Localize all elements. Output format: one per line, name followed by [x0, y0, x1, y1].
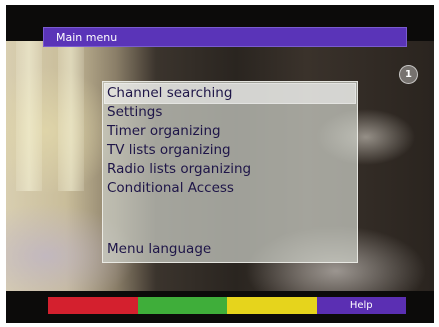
tv-screen: Main menu 1 Channel searching Settings T… [6, 5, 434, 323]
menu-item-settings[interactable]: Settings [105, 103, 355, 122]
red-key-button[interactable] [48, 297, 138, 314]
menu-item-timer-organizing[interactable]: Timer organizing [105, 122, 355, 141]
page-title: Main menu [56, 31, 118, 44]
green-key-button[interactable] [137, 297, 227, 314]
curtain-decoration [16, 41, 42, 191]
yellow-key-button[interactable] [227, 297, 317, 314]
curtain-decoration [58, 41, 84, 191]
menu-item-conditional-access[interactable]: Conditional Access [105, 179, 355, 198]
help-key-button[interactable]: Help [316, 297, 406, 314]
menu-item-channel-searching[interactable]: Channel searching [104, 83, 356, 104]
color-key-bar: Help [48, 297, 406, 314]
main-menu-panel: Channel searching Settings Timer organiz… [102, 81, 358, 263]
menu-item-tv-lists-organizing[interactable]: TV lists organizing [105, 141, 355, 160]
menu-item-radio-lists-organizing[interactable]: Radio lists organizing [105, 160, 355, 179]
menu-item-menu-language[interactable]: Menu language [105, 240, 355, 259]
channel-logo-icon: 1 [399, 65, 418, 84]
header-bar: Main menu [43, 27, 407, 47]
